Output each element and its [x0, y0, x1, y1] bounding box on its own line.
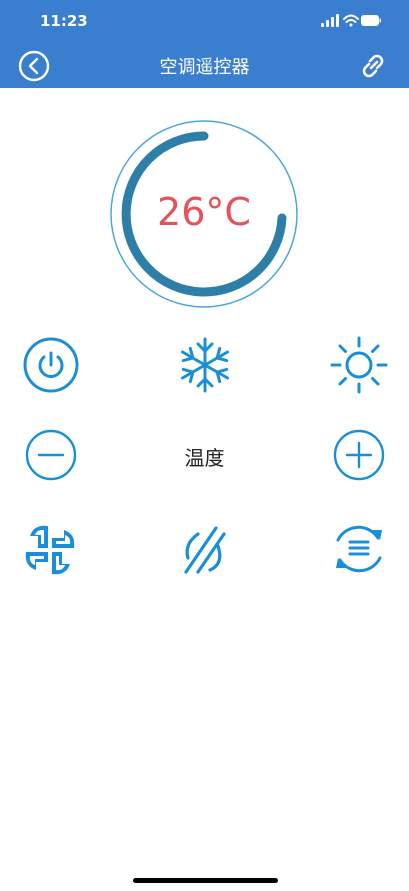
swing-icon: [184, 526, 226, 574]
home-indicator: [133, 878, 278, 883]
heat-mode-button[interactable]: [328, 334, 390, 396]
signal-icon: [321, 14, 339, 27]
swing-button[interactable]: [176, 520, 238, 582]
fan-speed-button[interactable]: [18, 518, 80, 580]
link-button[interactable]: [355, 48, 391, 84]
link-icon: [362, 54, 384, 78]
battery-icon: [361, 15, 381, 26]
header-bar: 11:23 空调遥控器: [0, 0, 409, 88]
power-icon: [23, 337, 79, 393]
plus-icon: [333, 429, 385, 481]
snowflake-icon: [180, 337, 230, 393]
status-time: 11:23: [40, 12, 88, 30]
page-title: 空调遥控器: [159, 57, 250, 78]
temperature-increase-button[interactable]: [328, 424, 390, 486]
power-button[interactable]: [20, 334, 82, 396]
temperature-value: 26°C: [157, 190, 251, 234]
mode-cycle-button[interactable]: [328, 518, 390, 580]
sun-icon: [330, 336, 388, 394]
wifi-icon: [343, 14, 359, 27]
cool-mode-button[interactable]: [174, 334, 236, 396]
fan-icon: [25, 525, 75, 575]
status-icons: [321, 13, 381, 33]
mode-cycle-icon: [336, 525, 382, 573]
